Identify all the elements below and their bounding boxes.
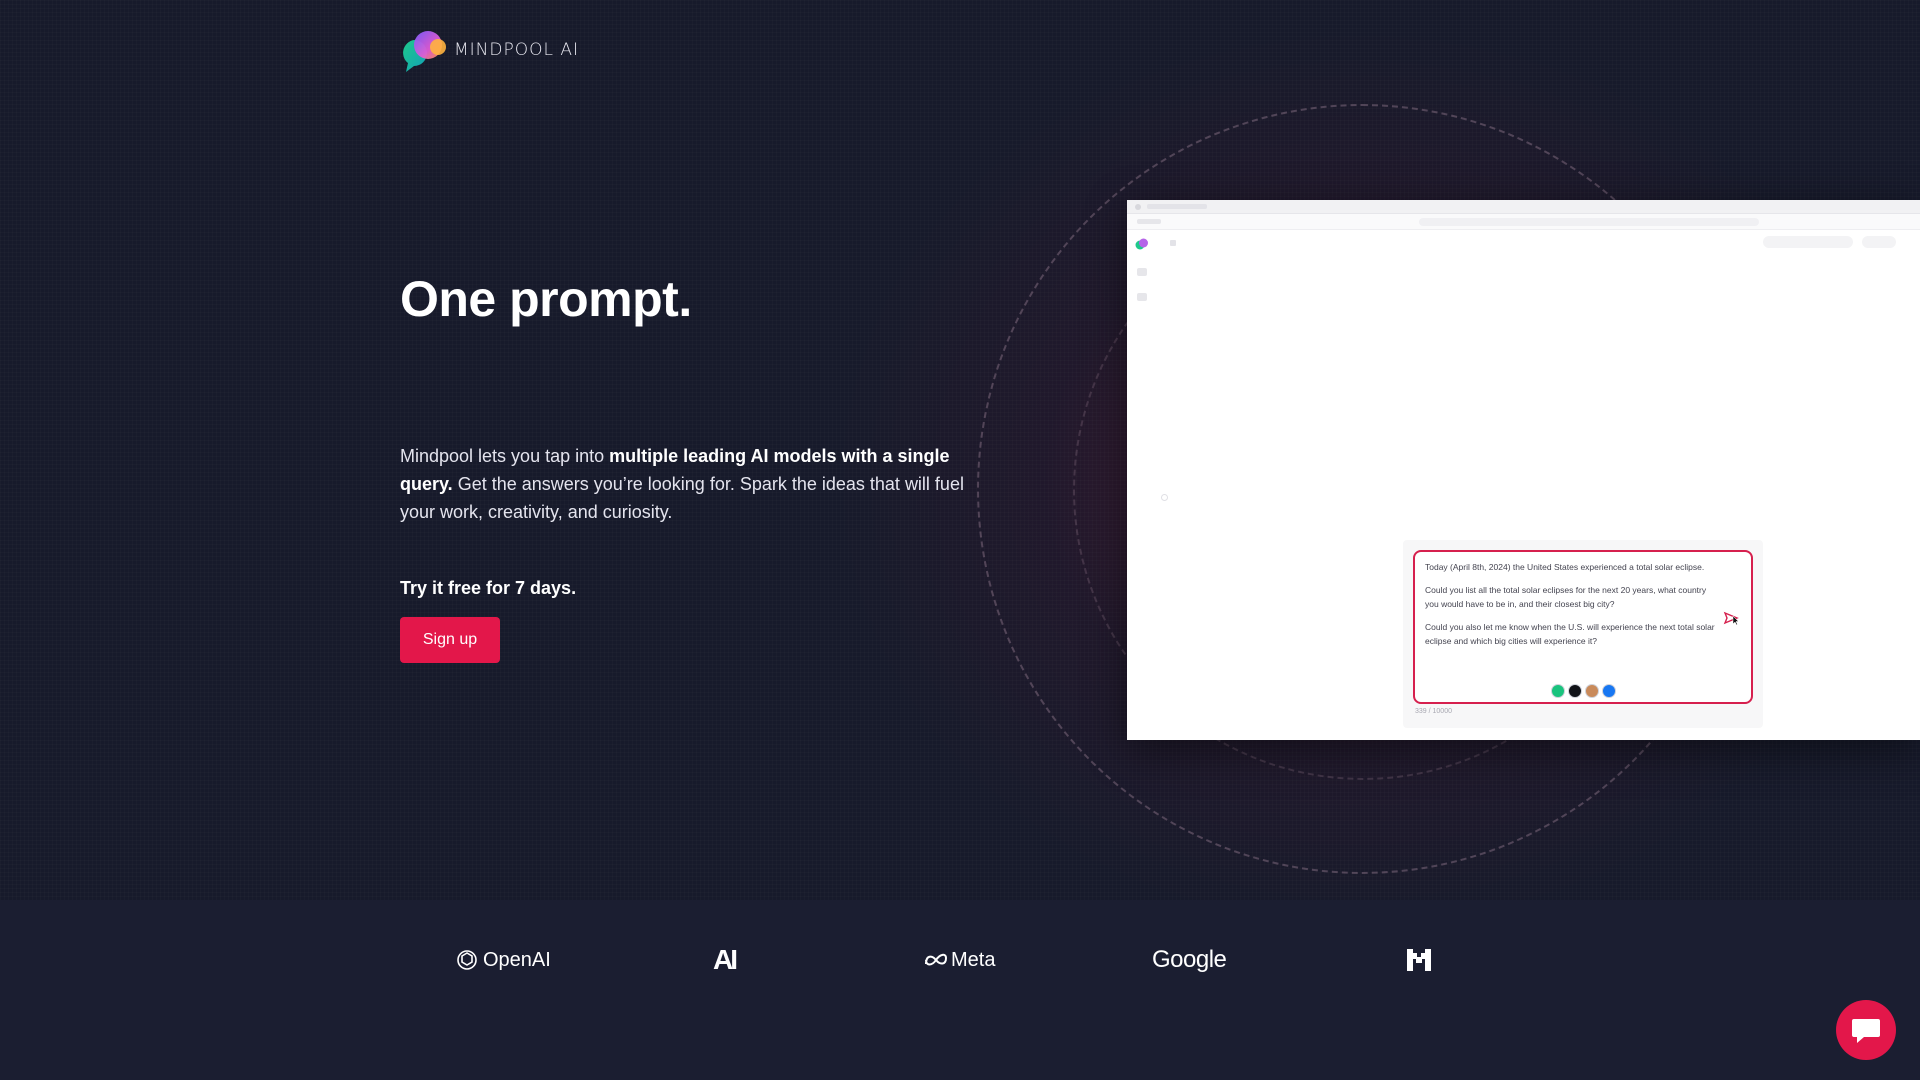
openai-icon xyxy=(1551,684,1565,698)
preview-sidebar-icon-1 xyxy=(1137,268,1147,276)
preview-prompt-paragraph-3: Could you also let me know when the U.S.… xyxy=(1425,622,1715,646)
mistral-icon xyxy=(1568,684,1582,698)
preview-prompt-box: Today (April 8th, 2024) the United State… xyxy=(1413,550,1753,704)
preview-tab xyxy=(1147,204,1207,209)
partner-google: Google xyxy=(1152,946,1227,974)
partner-mistral xyxy=(1407,946,1431,974)
meta-icon xyxy=(925,953,948,966)
meta-label: Meta xyxy=(951,948,996,971)
mistral-icon xyxy=(1407,949,1431,971)
preview-logo-icon xyxy=(1135,238,1148,250)
send-icon xyxy=(1723,611,1739,626)
partner-anthropic: AI xyxy=(713,944,738,975)
partner-logo-strip xyxy=(0,900,1920,1080)
preview-menu-icon xyxy=(1170,240,1176,246)
google-label: Google xyxy=(1152,946,1227,973)
preview-prompt-paragraph-2: Could you list all the total solar eclip… xyxy=(1425,585,1707,609)
preview-composer-area: Today (April 8th, 2024) the United State… xyxy=(1403,540,1763,728)
anthropic-label: AI xyxy=(713,944,738,975)
meta-icon xyxy=(1602,684,1616,698)
preview-top-pill-2 xyxy=(1862,236,1896,248)
hero-desc-part1: Mindpool lets you tap into xyxy=(400,446,610,466)
anthropic-icon xyxy=(1585,684,1599,698)
app-preview-screenshot: Today (April 8th, 2024) the United State… xyxy=(1127,200,1920,740)
partner-meta: Meta xyxy=(924,946,995,974)
preview-tab-bar xyxy=(1127,200,1920,214)
openai-label: OpenAI xyxy=(483,948,551,971)
hero-desc-part2: Get the answers you’re looking for. Spar… xyxy=(400,474,964,522)
preview-model-icons xyxy=(1551,684,1616,698)
preview-char-counter: 339 / 10000 xyxy=(1415,708,1452,715)
mindpool-logo-icon xyxy=(403,31,446,72)
hero-title: One prompt. xyxy=(400,271,692,327)
preview-address-box xyxy=(1419,217,1759,226)
preview-collapse-icon xyxy=(1161,494,1168,501)
brand-name: MINDPOOL AI xyxy=(454,40,580,60)
brand-logo[interactable]: MINDPOOL AI xyxy=(400,28,579,72)
chat-bubble-icon xyxy=(1852,1019,1880,1043)
trial-text: Try it free for 7 days. xyxy=(400,578,577,598)
preview-nav-icons xyxy=(1137,219,1161,224)
preview-top-pill-1 xyxy=(1763,236,1853,248)
preview-sidebar-icon-2 xyxy=(1137,293,1147,301)
openai-icon xyxy=(457,950,477,970)
partner-openai: OpenAI xyxy=(455,946,551,974)
preview-url-bar xyxy=(1127,214,1920,230)
hero-description: Mindpool lets you tap into multiple lead… xyxy=(400,442,990,526)
chat-widget-button[interactable] xyxy=(1836,1000,1896,1060)
preview-prompt-paragraph-1: Today (April 8th, 2024) the United State… xyxy=(1425,562,1705,572)
preview-favicon xyxy=(1135,203,1141,210)
signup-button[interactable]: Sign up xyxy=(400,617,500,663)
